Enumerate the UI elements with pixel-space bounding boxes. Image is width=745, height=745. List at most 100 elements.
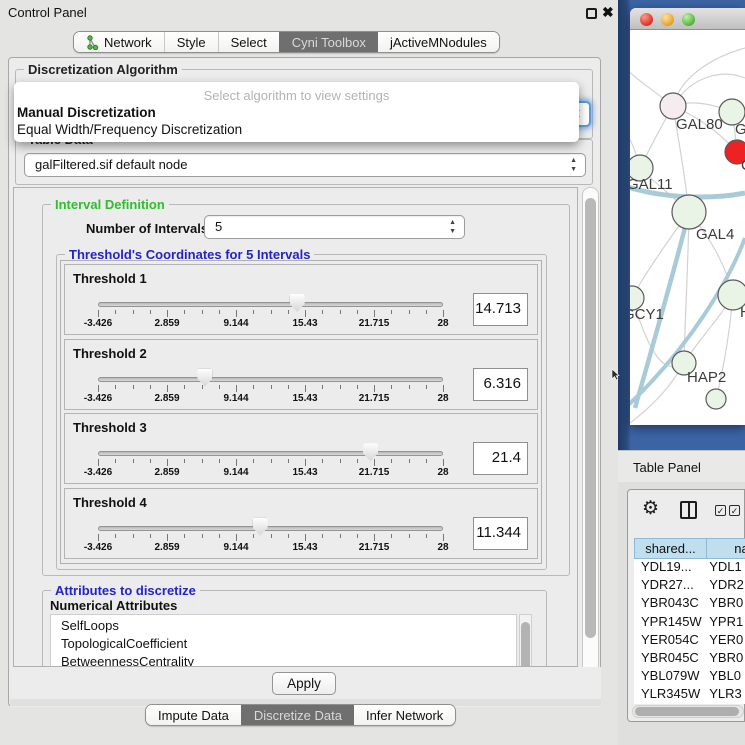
close-traffic-light[interactable] <box>640 13 653 26</box>
node-label-ga: GA <box>735 121 745 138</box>
attribute-item-selfloops[interactable]: SelfLoops <box>61 617 516 635</box>
tab-label: Style <box>177 35 206 50</box>
table-row-ylr345w[interactable]: YLR345WYLR3 <box>634 686 745 704</box>
scrollbar-thumb[interactable] <box>585 198 596 638</box>
cell-shared-name: YDR27... <box>634 577 703 595</box>
cell-name: YLR3 <box>703 686 745 704</box>
close-icon[interactable]: ✖ <box>602 4 614 21</box>
attribute-item-topologicalcoefficient[interactable]: TopologicalCoefficient <box>61 635 516 653</box>
threshold-3-value-field[interactable]: 21.4 <box>473 442 528 475</box>
threshold-1-row: Threshold 1 -3.4262.8599.14415.4321.71528… <box>64 264 538 335</box>
threshold-1-label: Threshold 1 <box>73 271 147 286</box>
tab-jactivemnodules[interactable]: jActiveMNodules <box>378 32 499 52</box>
node-label-gal11: GAL11 <box>630 176 673 193</box>
table-header: shared... na <box>634 538 745 559</box>
table-panel-bar: Table Panel <box>618 450 745 482</box>
bottom-tab-bar: Impute DataDiscretize Data Infer Network <box>145 704 456 726</box>
cell-name: YPR1 <box>703 614 745 632</box>
threshold-3-slider-track[interactable] <box>98 451 443 456</box>
option-equal-width-frequency[interactable]: Equal Width/Frequency Discretization <box>17 122 242 137</box>
zoom-traffic-light[interactable] <box>682 13 695 26</box>
table-data-group: Table Data galFiltered.sif default node … <box>15 139 593 185</box>
tab-impute-data[interactable]: Impute Data <box>146 705 241 725</box>
threshold-4-label: Threshold 4 <box>73 495 147 510</box>
table-row-ybr045c[interactable]: YBR045CYBR0 <box>634 650 745 668</box>
panel-vertical-scrollbar[interactable] <box>582 187 599 692</box>
split-columns-icon[interactable] <box>680 501 697 519</box>
control-panel-titlebar: Control Panel ✖ <box>0 0 618 26</box>
threshold-2-value-field[interactable]: 6.316 <box>473 368 528 401</box>
threshold-3-label: Threshold 3 <box>73 420 147 435</box>
tab-cyni-toolbox[interactable]: Cyni Toolbox <box>279 32 378 52</box>
cell-shared-name: YER054C <box>634 632 703 650</box>
node-label-gal80: GAL80 <box>676 116 723 133</box>
network-node-gal4[interactable] <box>672 195 706 229</box>
network-graph[interactable]: GAL80GACGAL11GAL4GCY1HHAP2 <box>630 30 745 425</box>
tab-discretize-data[interactable]: Discretize Data <box>241 705 354 725</box>
attributes-list-scrollbar[interactable] <box>519 614 532 667</box>
node-label-c: C <box>741 157 745 174</box>
table-row-ydl19[interactable]: YDL19...YDL1 <box>634 559 745 577</box>
checkbox-icon[interactable]: ✓ <box>729 505 740 516</box>
tab-infer-network[interactable]: Infer Network <box>354 705 455 725</box>
tab-label: Select <box>231 35 267 50</box>
node-label-hap2: HAP2 <box>687 369 726 386</box>
tab-label: Infer Network <box>366 708 443 723</box>
column-header-shared-name[interactable]: shared... <box>634 538 707 559</box>
number-of-intervals-value: 5 <box>215 219 222 234</box>
threshold-4-slider-track[interactable] <box>98 526 443 531</box>
interval-definition-title: Interval Definition <box>51 197 169 212</box>
tab-label: jActiveMNodules <box>390 35 487 50</box>
float-window-icon[interactable] <box>586 8 597 19</box>
minimize-traffic-light[interactable] <box>661 13 674 26</box>
cyni-toolbox-content: Discretization Algorithm ▲▼ Select algor… <box>8 57 601 707</box>
gear-icon[interactable]: ⚙ <box>642 499 659 518</box>
numerical-attributes-list: SelfLoopsTopologicalCoefficientBetweenne… <box>50 614 517 667</box>
threshold-1-slider-track[interactable] <box>98 302 443 307</box>
apply-button[interactable]: Apply <box>272 672 336 695</box>
scrollbar-thumb[interactable] <box>521 622 530 667</box>
network-window-titlebar[interactable] <box>630 8 745 30</box>
slider-tick-labels: -3.4262.8599.14415.4321.71528 <box>98 542 444 555</box>
node-label-h: H <box>740 304 745 321</box>
threshold-1-value-field[interactable]: 14.713 <box>473 293 528 326</box>
combo-stepper-icon: ▲▼ <box>570 156 577 174</box>
network-node[interactable] <box>706 389 726 409</box>
attribute-item-betweennesscentrality[interactable]: BetweennessCentrality <box>61 653 516 667</box>
cell-name: YBR0 <box>703 595 745 613</box>
cell-shared-name: YLR345W <box>634 686 703 704</box>
checkbox-icon[interactable]: ✓ <box>715 505 726 516</box>
tab-select[interactable]: Select <box>218 32 279 52</box>
table-rows: YDL19...YDL1YDR27...YDR2YBR043CYBR0YPR14… <box>634 559 745 704</box>
number-of-intervals-label: Number of Intervals <box>86 221 208 236</box>
option-manual-discretization[interactable]: Manual Discretization <box>17 105 156 120</box>
panel-title: Control Panel <box>8 5 87 20</box>
algorithm-hint: Select algorithm to view settings <box>14 88 579 103</box>
node-label-gcy1: GCY1 <box>630 306 664 323</box>
threshold-2-label: Threshold 2 <box>73 346 147 361</box>
threshold-4-row: Threshold 4 -3.4262.8599.14415.4321.71528… <box>64 488 538 559</box>
table-horizontal-scrollbar[interactable] <box>632 705 744 718</box>
table-data-combobox[interactable]: galFiltered.sif default node ▲▼ <box>24 153 586 177</box>
number-of-intervals-combobox[interactable]: 5 ▲▼ <box>204 215 465 239</box>
table-data-combobox-value: galFiltered.sif default node <box>35 157 187 172</box>
mouse-cursor <box>611 369 621 381</box>
table-row-yer054c[interactable]: YER054CYER0 <box>634 632 745 650</box>
settings-scroll-viewport: Interval Definition Number of Intervals … <box>13 187 578 667</box>
cell-name: YBR0 <box>703 650 745 668</box>
cell-name: YER0 <box>703 632 745 650</box>
table-row-ydr27[interactable]: YDR27...YDR2 <box>634 577 745 595</box>
tab-style[interactable]: Style <box>164 32 218 52</box>
table-row-ypr145w[interactable]: YPR145WYPR1 <box>634 614 745 632</box>
top-tab-bar: Network Style Select Cyni Toolbox jActiveMNo… <box>73 31 500 53</box>
threshold-4-value-field[interactable]: 11.344 <box>473 517 528 550</box>
table-row-ybl079w[interactable]: YBL079WYBL0 <box>634 668 745 686</box>
table-row-ybr043c[interactable]: YBR043CYBR0 <box>634 595 745 613</box>
numerical-attributes-label: Numerical Attributes <box>50 598 177 613</box>
scrollbar-thumb[interactable] <box>635 707 739 716</box>
slider-tick-labels: -3.4262.8599.14415.4321.71528 <box>98 318 444 331</box>
column-header-name[interactable]: na <box>707 538 745 559</box>
tab-network[interactable]: Network <box>74 32 164 52</box>
threshold-2-slider-track[interactable] <box>98 377 443 382</box>
slider-tick-labels: -3.4262.8599.14415.4321.71528 <box>98 467 444 480</box>
